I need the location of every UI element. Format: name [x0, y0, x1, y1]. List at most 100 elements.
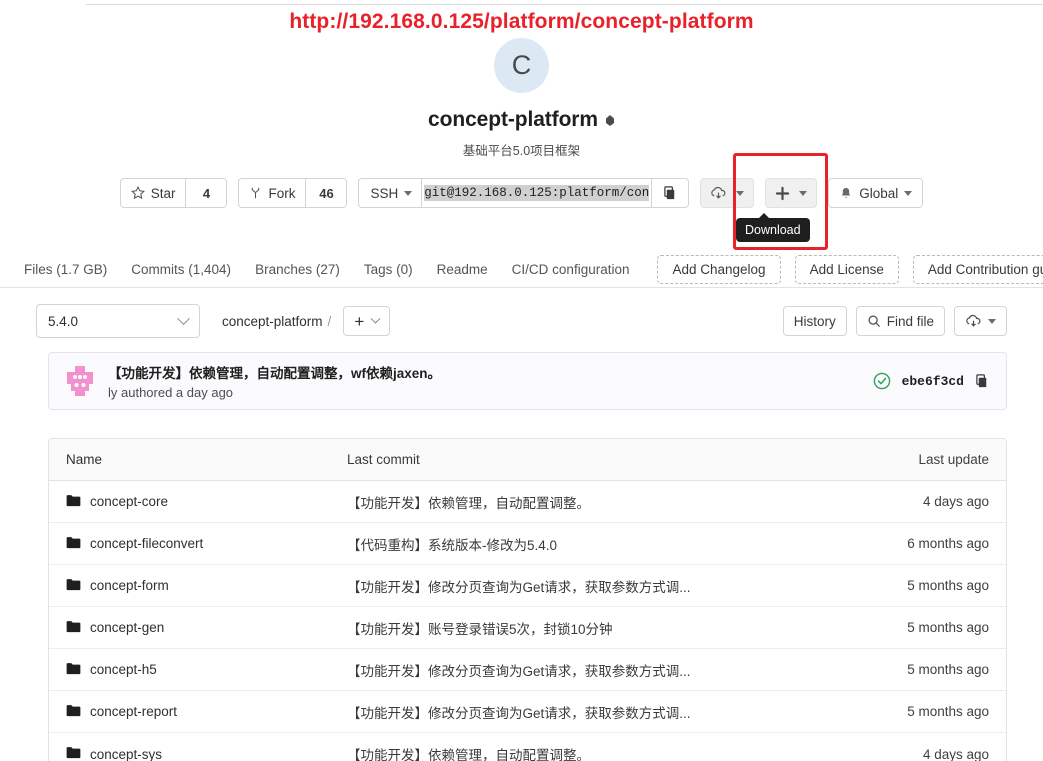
last-update-cell: 4 days ago [922, 494, 989, 509]
download-cloud-icon [711, 186, 726, 199]
table-row[interactable]: concept-gen 【功能开发】账号登录错误5次，封锁10分钟 5 months… [49, 607, 1006, 649]
star-count[interactable]: 4 [185, 178, 228, 208]
file-listing-table: Name Last commit Last update concept-cor… [48, 438, 1007, 761]
file-name-link[interactable]: concept-sys [90, 747, 162, 761]
star-button[interactable]: Star [119, 178, 186, 208]
add-file-buttons: Add Changelog Add License Add Contributi… [657, 255, 1043, 284]
folder-icon [66, 536, 81, 548]
download-repository-button[interactable] [954, 306, 1007, 336]
last-commit-cell[interactable]: 【功能开发】账号登录错误5次，封锁10分钟 [347, 618, 846, 638]
last-commit-cell[interactable]: 【功能开发】修改分页查询为Get请求，获取参数方式调... [347, 660, 846, 680]
branch-tag-select[interactable]: 5.4.0 [36, 304, 200, 338]
table-row[interactable]: concept-fileconvert 【代码重构】系统版本-修改为5.4.0 6 … [49, 523, 1006, 565]
add-new-button[interactable] [765, 178, 818, 208]
folder-icon [66, 704, 81, 720]
folder-icon [66, 578, 81, 594]
file-name-link[interactable]: concept-fileconvert [90, 536, 203, 551]
file-name-link[interactable]: concept-gen [90, 620, 164, 635]
file-name-link[interactable]: concept-core [90, 494, 168, 509]
file-name-link[interactable]: concept-form [90, 578, 169, 593]
table-body: concept-core 【功能开发】依赖管理，自动配置调整。 4 days ago… [49, 481, 1006, 761]
add-license-button[interactable]: Add License [794, 255, 899, 284]
last-commit-cell[interactable]: 【功能开发】依赖管理，自动配置调整。 [347, 744, 846, 761]
folder-icon [66, 662, 81, 674]
chevron-down-icon [404, 190, 413, 196]
copy-clone-url-button[interactable] [651, 178, 690, 208]
add-to-tree-button[interactable]: + [343, 306, 391, 336]
table-row[interactable]: concept-report 【功能开发】修改分页查询为Get请求，获取参数方式调… [49, 691, 1006, 733]
folder-icon [66, 494, 81, 510]
chevron-down-icon [177, 311, 190, 325]
star-group: Star 4 [119, 178, 228, 208]
file-name-link[interactable]: concept-report [90, 704, 177, 719]
page-title: concept-platform [428, 108, 598, 131]
chevron-down-icon [799, 190, 808, 196]
last-commit-banner: 【功能开发】依赖管理，自动配置调整，wf依赖jaxen。 ly authored… [48, 352, 1007, 410]
folder-icon [66, 578, 81, 590]
breadcrumb-root[interactable]: concept-platform [222, 314, 323, 329]
folder-icon [66, 747, 81, 759]
repository-page: http://192.168.0.125/platform/concept-pl… [0, 0, 1043, 761]
notification-setting-button[interactable]: Global [828, 178, 924, 208]
folder-icon [66, 494, 81, 506]
check-circle-icon[interactable] [873, 372, 891, 390]
last-commit-cell[interactable]: 【功能开发】依赖管理，自动配置调整。 [347, 492, 846, 512]
table-row[interactable]: concept-sys 【功能开发】依赖管理，自动配置调整。 4 days ago [49, 733, 1006, 761]
project-description: 基础平台5.0项目框架 [462, 144, 581, 158]
project-header: C concept-platform 基础平台5.0项目框架 [0, 38, 1043, 159]
fork-button[interactable]: Fork [238, 178, 306, 208]
tab-readme[interactable]: Readme [425, 262, 500, 277]
column-header-name: Name [66, 452, 103, 467]
url-annotation: http://192.168.0.125/platform/concept-pl… [289, 10, 754, 33]
repository-nav-tabs: Files (1.7 GB) Commits (1,404) Branches … [0, 252, 1043, 288]
file-name-cell: concept-h5 [49, 662, 347, 678]
breadcrumb: concept-platform / [222, 314, 331, 329]
chevron-down-icon [904, 190, 913, 196]
file-name-link[interactable]: concept-h5 [90, 662, 157, 677]
identicon-avatar [67, 366, 93, 396]
tab-cicd-configuration[interactable]: CI/CD configuration [500, 262, 642, 277]
download-cloud-icon [966, 314, 981, 327]
project-title-row: concept-platform [0, 108, 1043, 132]
add-contribution-guide-button[interactable]: Add Contribution guide [912, 255, 1043, 284]
copy-icon[interactable] [975, 373, 990, 389]
last-commit-cell[interactable]: 【功能开发】修改分页查询为Get请求，获取参数方式调... [347, 702, 846, 722]
plus-icon [776, 186, 790, 200]
notification-label: Global [859, 185, 899, 201]
file-name-cell: concept-form [49, 578, 347, 594]
chevron-down-icon [988, 318, 996, 324]
tab-files[interactable]: Files (1.7 GB) [12, 262, 119, 277]
last-update-cell: 5 months ago [907, 704, 989, 719]
copy-icon [664, 186, 675, 200]
last-commit-message[interactable]: 【功能开发】依赖管理，自动配置调整，wf依赖jaxen。 [108, 362, 441, 382]
column-header-last-commit: Last commit [347, 452, 420, 467]
table-row[interactable]: concept-core 【功能开发】依赖管理，自动配置调整。 4 days ago [49, 481, 1006, 523]
clone-url-input[interactable]: git@192.168.0.125:platform/con [421, 178, 652, 208]
table-row[interactable]: concept-form 【功能开发】修改分页查询为Get请求，获取参数方式调..… [49, 565, 1006, 607]
table-row[interactable]: concept-h5 【功能开发】修改分页查询为Get请求，获取参数方式调... 5… [49, 649, 1006, 691]
last-commit-cell[interactable]: 【功能开发】修改分页查询为Get请求，获取参数方式调... [347, 576, 846, 596]
find-file-label: Find file [886, 313, 934, 329]
column-header-last-update: Last update [918, 452, 989, 467]
last-commit-right: ebe6f3cd [873, 372, 990, 390]
history-button[interactable]: History [782, 306, 847, 336]
plus-icon: + [354, 311, 365, 331]
last-update-cell: 5 months ago [907, 662, 989, 677]
clone-protocol-select[interactable]: SSH [358, 178, 422, 208]
clone-url-value: git@192.168.0.125:platform/con [424, 185, 650, 201]
tab-branches[interactable]: Branches (27) [243, 262, 352, 277]
download-source-button[interactable] [700, 178, 755, 208]
last-commit-meta: ly authored a day ago [108, 385, 234, 400]
star-label: Star [150, 185, 176, 201]
last-commit-cell[interactable]: 【代码重构】系统版本-修改为5.4.0 [347, 534, 846, 554]
tab-commits[interactable]: Commits (1,404) [119, 262, 243, 277]
selected-ref-label: 5.4.0 [48, 313, 79, 329]
breadcrumb-separator: / [327, 313, 332, 329]
find-file-button[interactable]: Find file [855, 306, 945, 336]
fork-count[interactable]: 46 [305, 178, 348, 208]
commit-sha[interactable]: ebe6f3cd [902, 374, 964, 389]
tab-tags[interactable]: Tags (0) [352, 262, 425, 277]
add-changelog-button[interactable]: Add Changelog [657, 255, 781, 284]
file-name-cell: concept-gen [49, 620, 347, 636]
repository-controls-right: History Find file [782, 306, 1007, 336]
